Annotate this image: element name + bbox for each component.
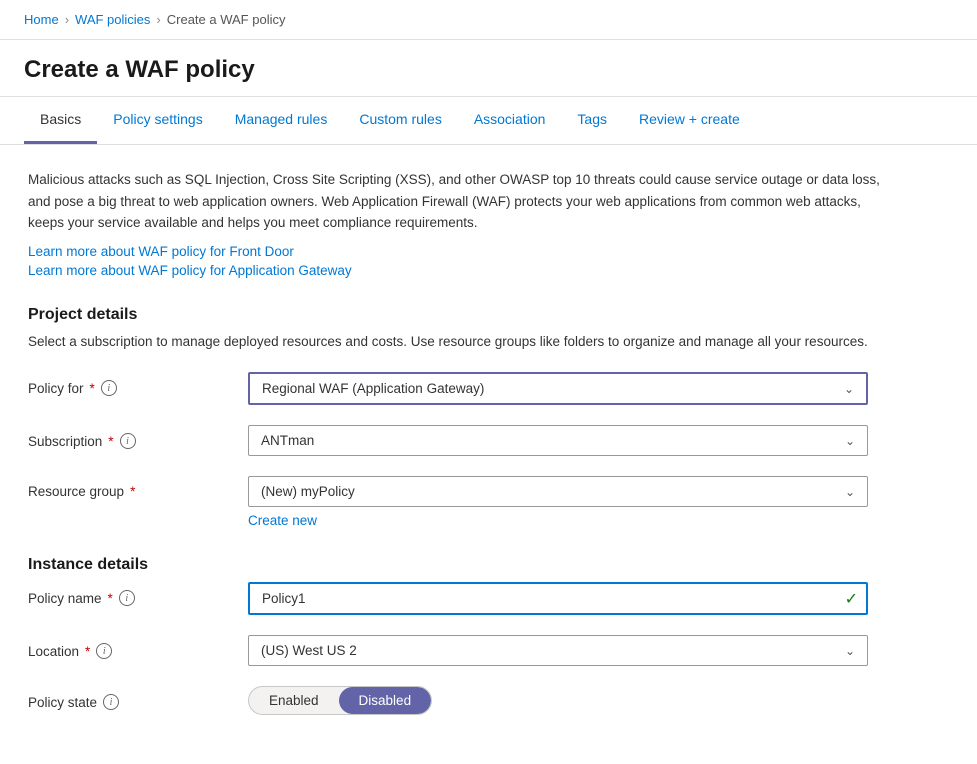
breadcrumb-waf[interactable]: WAF policies — [75, 12, 150, 27]
breadcrumb: Home › WAF policies › Create a WAF polic… — [0, 0, 977, 40]
subscription-dropdown[interactable]: ANTman ⌄ — [248, 425, 868, 456]
location-value: (US) West US 2 — [261, 643, 357, 658]
tab-association[interactable]: Association — [458, 97, 562, 144]
subscription-required: * — [108, 434, 113, 449]
tab-review-create[interactable]: Review + create — [623, 97, 756, 144]
policy-name-required: * — [108, 591, 113, 606]
instance-details-header: Instance details — [28, 556, 949, 574]
breadcrumb-current: Create a WAF policy — [167, 12, 286, 27]
policy-state-control: Enabled Disabled — [248, 686, 868, 715]
toggle-enabled-option[interactable]: Enabled — [249, 687, 339, 714]
subscription-label: Subscription * i — [28, 425, 248, 449]
location-control: (US) West US 2 ⌄ — [248, 635, 868, 666]
page-title-section: Create a WAF policy — [0, 40, 977, 97]
create-new-link[interactable]: Create new — [248, 513, 317, 528]
policy-name-input[interactable] — [248, 582, 868, 615]
description-text: Malicious attacks such as SQL Injection,… — [28, 169, 898, 234]
breadcrumb-sep2: › — [156, 12, 160, 27]
policy-name-row: Policy name * i ✓ — [28, 582, 949, 615]
subscription-row: Subscription * i ANTman ⌄ — [28, 425, 949, 456]
page-title: Create a WAF policy — [24, 56, 953, 84]
policy-name-control: ✓ — [248, 582, 868, 615]
resource-group-arrow-icon: ⌄ — [845, 485, 855, 499]
toggle-disabled-option[interactable]: Disabled — [339, 687, 432, 714]
tab-tags[interactable]: Tags — [561, 97, 623, 144]
subscription-value: ANTman — [261, 433, 314, 448]
policy-for-required: * — [90, 381, 95, 396]
tab-managed-rules[interactable]: Managed rules — [219, 97, 344, 144]
policy-name-info-icon[interactable]: i — [119, 590, 135, 606]
instance-details-section: Instance details Policy name * i ✓ — [28, 556, 949, 715]
location-label: Location * i — [28, 635, 248, 659]
policy-state-info-icon[interactable]: i — [103, 694, 119, 710]
policy-name-label: Policy name * i — [28, 582, 248, 606]
tab-policy-settings[interactable]: Policy settings — [97, 97, 218, 144]
location-info-icon[interactable]: i — [96, 643, 112, 659]
resource-group-control: (New) myPolicy ⌄ Create new — [248, 476, 868, 528]
policy-for-info-icon[interactable]: i — [101, 380, 117, 396]
breadcrumb-sep1: › — [65, 12, 69, 27]
project-details-header: Project details — [28, 306, 949, 324]
resource-group-required: * — [130, 484, 135, 499]
resource-group-label: Resource group * — [28, 476, 248, 499]
location-arrow-icon: ⌄ — [845, 644, 855, 658]
policy-for-arrow-icon: ⌄ — [844, 382, 854, 396]
breadcrumb-home[interactable]: Home — [24, 12, 59, 27]
policy-for-control: Regional WAF (Application Gateway) ⌄ — [248, 372, 868, 405]
link-app-gateway[interactable]: Learn more about WAF policy for Applicat… — [28, 263, 949, 278]
location-dropdown[interactable]: (US) West US 2 ⌄ — [248, 635, 868, 666]
policy-for-dropdown[interactable]: Regional WAF (Application Gateway) ⌄ — [248, 372, 868, 405]
policy-for-row: Policy for * i Regional WAF (Application… — [28, 372, 949, 405]
policy-state-toggle[interactable]: Enabled Disabled — [248, 686, 432, 715]
policy-state-row: Policy state i Enabled Disabled — [28, 686, 949, 715]
resource-group-dropdown[interactable]: (New) myPolicy ⌄ — [248, 476, 868, 507]
policy-name-input-wrapper: ✓ — [248, 582, 868, 615]
subscription-info-icon[interactable]: i — [120, 433, 136, 449]
policy-state-label: Policy state i — [28, 686, 248, 710]
policy-for-value: Regional WAF (Application Gateway) — [262, 381, 484, 396]
content-area: Malicious attacks such as SQL Injection,… — [0, 145, 977, 759]
resource-group-value: (New) myPolicy — [261, 484, 355, 499]
resource-group-row: Resource group * (New) myPolicy ⌄ Create… — [28, 476, 949, 528]
tab-custom-rules[interactable]: Custom rules — [343, 97, 457, 144]
subscription-control: ANTman ⌄ — [248, 425, 868, 456]
project-details-desc: Select a subscription to manage deployed… — [28, 332, 898, 352]
subscription-arrow-icon: ⌄ — [845, 434, 855, 448]
location-row: Location * i (US) West US 2 ⌄ — [28, 635, 949, 666]
input-check-icon: ✓ — [845, 589, 858, 609]
location-required: * — [85, 644, 90, 659]
tab-basics[interactable]: Basics — [24, 97, 97, 144]
policy-for-label: Policy for * i — [28, 372, 248, 396]
link-front-door[interactable]: Learn more about WAF policy for Front Do… — [28, 244, 949, 259]
tabs-container: Basics Policy settings Managed rules Cus… — [0, 97, 977, 145]
